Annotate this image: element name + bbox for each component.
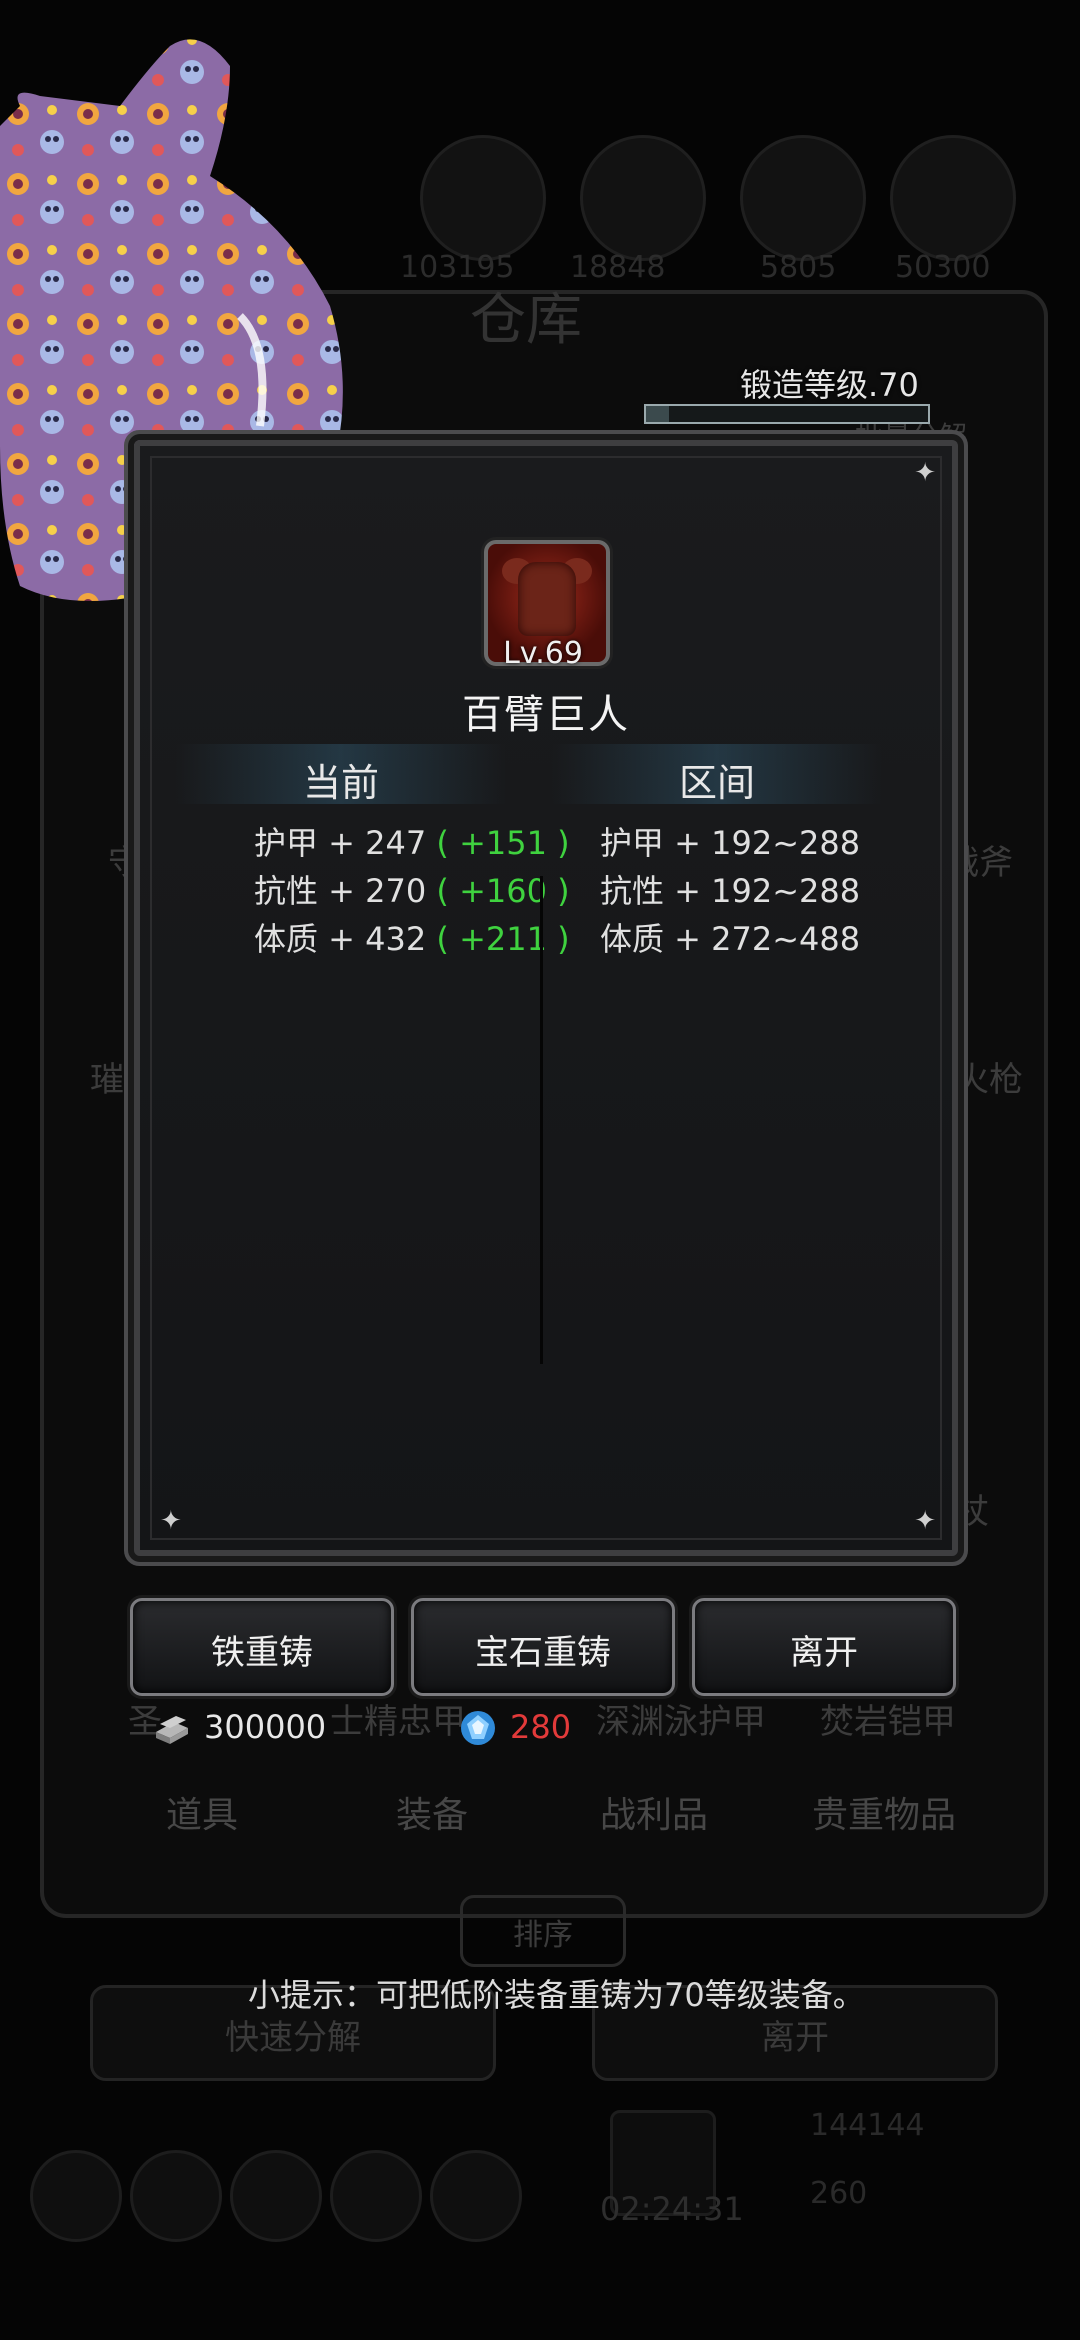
item-level: Lv.69 (503, 636, 583, 671)
current-stat-constitution: 体质 + 432 ( +211 ) (254, 914, 570, 960)
iron-recast-button[interactable]: 铁重铸 (130, 1598, 394, 1696)
range-stat-constitution: 体质 + 272~488 (600, 920, 861, 958)
gem-recast-button[interactable]: 宝石重铸 (411, 1598, 675, 1696)
screen: 103195 18848 5805 50300 仓库 批量分解 守 璀璨 战斧 … (0, 0, 1080, 2340)
blue-gem-icon (461, 1711, 495, 1745)
stat-text: 体质 + 432 (254, 920, 427, 958)
bg-item-label: 焚岩铠甲 (820, 1702, 956, 1742)
range-header: 区间 (552, 744, 882, 805)
gem-recast-label: 宝石重铸 (475, 1633, 611, 1673)
bg-menu-circle (580, 135, 706, 261)
quick-dismantle-label: 快速分解 (225, 2018, 361, 2058)
bg-number: 50300 (895, 250, 991, 285)
bg-number: 18848 (570, 250, 666, 285)
bg-menu-circle (740, 135, 866, 261)
tab-valuables[interactable]: 贵重物品 (812, 1786, 956, 1838)
iron-amount: 300000 (204, 1708, 327, 1746)
forge-level-label: 锻造等级.70 (740, 366, 919, 404)
current-header-label: 当前 (302, 761, 379, 805)
current-stat-resistance: 抗性 + 270 ( +160 ) (254, 866, 570, 912)
bg-nav-circle (130, 2150, 222, 2242)
currency-row: 300000 280 (140, 1704, 660, 1754)
bg-nav-circle (430, 2150, 522, 2242)
stat-text: 护甲 + 247 (254, 824, 427, 862)
tab-loot[interactable]: 战利品 (600, 1786, 708, 1838)
recast-dialog: ✦ ✦ ✦ Lv.69 百臂巨人 当前 区间 护甲 + 247 ( +151 )… (134, 440, 958, 1556)
sort-label: 排序 (513, 1918, 573, 1953)
forge-progress-bar (644, 404, 930, 424)
bg-resource: 260 (810, 2176, 868, 2211)
column-divider (540, 876, 543, 1364)
hint-text: 小提示：可把低阶装备重铸为70等级装备。 (248, 1976, 865, 2014)
stat-bonus: ( +211 ) (436, 920, 570, 958)
bg-nav-circle (30, 2150, 122, 2242)
bg-leave-label: 离开 (761, 2018, 829, 2058)
bg-number: 5805 (760, 250, 837, 285)
tab-equipment[interactable]: 装备 (396, 1786, 468, 1838)
sort-button[interactable]: 排序 (460, 1895, 626, 1967)
bg-nav-circle (330, 2150, 422, 2242)
range-stat-armor: 护甲 + 192~288 (600, 824, 861, 862)
stat-bonus: ( +160 ) (436, 872, 570, 910)
corner-sparkle-icon: ✦ (914, 458, 936, 488)
armor-body (518, 562, 576, 636)
forge-progress-fill (646, 406, 669, 422)
item-name: 百臂巨人 (462, 692, 630, 738)
range-header-label: 区间 (678, 761, 755, 805)
corner-sparkle-icon: ✦ (160, 1506, 182, 1536)
bg-timer: 02:24:31 (600, 2190, 744, 2228)
iron-ingot-icon (156, 1716, 188, 1744)
stat-text: 抗性 + 270 (254, 872, 427, 910)
stat-bonus: ( +151 ) (436, 824, 570, 862)
bg-side-label: 火枪 (955, 1060, 1023, 1100)
tab-items[interactable]: 道具 (166, 1786, 238, 1838)
bg-resource: 144144 (810, 2108, 925, 2143)
leave-label: 离开 (790, 1633, 858, 1673)
gem-amount: 280 (510, 1708, 572, 1746)
range-stat-resistance: 抗性 + 192~288 (600, 872, 861, 910)
bg-warehouse-title: 仓库 (470, 288, 582, 353)
bg-side-label: 杖 (955, 1492, 989, 1532)
corner-sparkle-icon: ✦ (914, 1506, 936, 1536)
iron-recast-label: 铁重铸 (211, 1633, 313, 1673)
leave-button[interactable]: 离开 (692, 1598, 956, 1696)
current-header: 当前 (176, 744, 506, 805)
bg-menu-circle (420, 135, 546, 261)
bg-nav-circle (230, 2150, 322, 2242)
bg-menu-circle (890, 135, 1016, 261)
current-stat-armor: 护甲 + 247 ( +151 ) (254, 818, 570, 864)
